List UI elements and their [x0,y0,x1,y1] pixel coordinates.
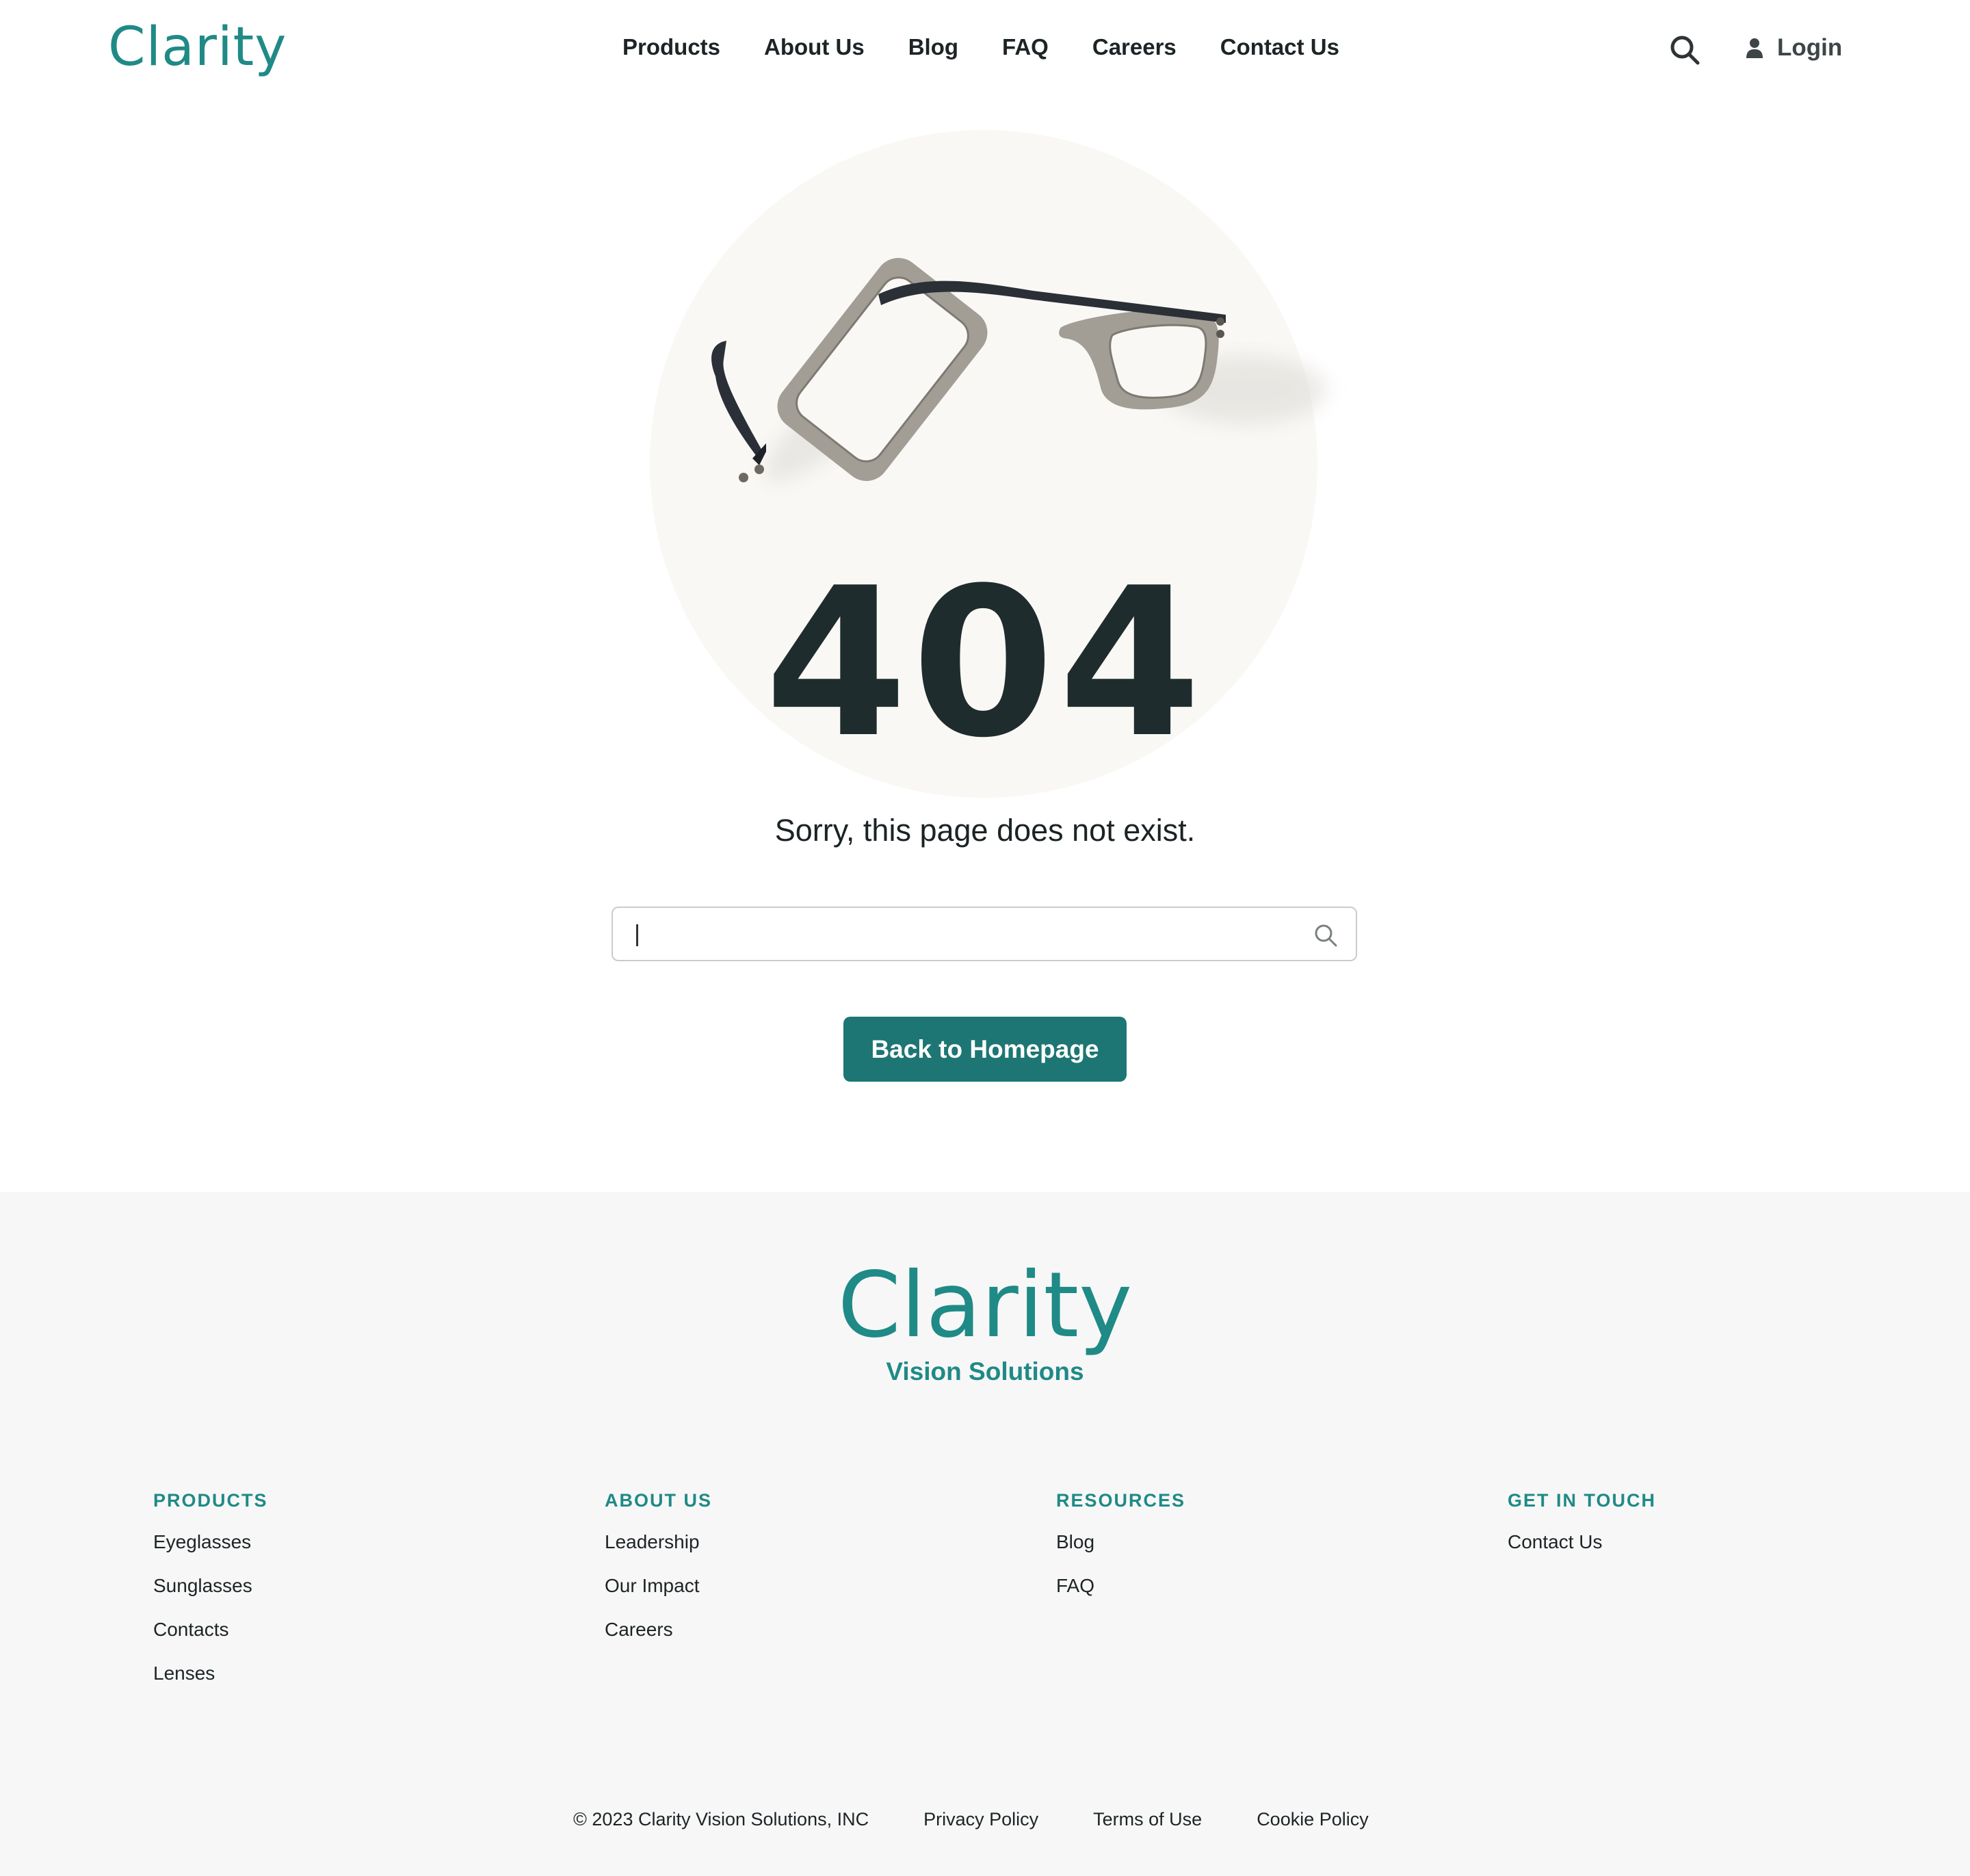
footer-heading: ABOUT US [605,1490,712,1511]
error-code: 404 [764,544,1206,783]
nav-contact-us[interactable]: Contact Us [1220,34,1339,60]
footer-link-blog[interactable]: Blog [1056,1530,1185,1554]
footer-tagline: Vision Solutions [886,1357,1084,1385]
privacy-policy-link[interactable]: Privacy Policy [923,1809,1038,1830]
site-header: Clarity Products About Us Blog FAQ Caree… [0,0,1970,100]
login-label: Login [1777,34,1843,61]
footer-heading: RESOURCES [1056,1490,1186,1511]
site-footer: Clarity Vision Solutions PRODUCTS Eyegla… [0,1192,1970,1876]
nav-faq[interactable]: FAQ [1002,34,1049,60]
nav-products[interactable]: Products [622,34,720,60]
footer-column-products: PRODUCTS Eyeglasses Sunglasses Contacts … [153,1490,268,1706]
login-button[interactable]: Login [1746,34,1842,62]
footer-link-our-impact[interactable]: Our Impact [605,1574,712,1598]
error-message: Sorry, this page does not exist. [774,813,1196,848]
footer-heading: PRODUCTS [153,1490,268,1511]
footer-bottom-bar: © 2023 Clarity Vision Solutions, INC Pri… [573,1809,1423,1830]
footer-link-eyeglasses[interactable]: Eyeglasses [153,1530,268,1554]
footer-link-sunglasses[interactable]: Sunglasses [153,1574,268,1598]
footer-link-contact-us[interactable]: Contact Us [1508,1530,1656,1554]
main-nav: Products About Us Blog FAQ Careers Conta… [622,34,1383,60]
nav-careers[interactable]: Careers [1092,34,1177,60]
brand-logo[interactable]: Clarity [108,16,287,78]
search-input[interactable] [633,915,1293,954]
page-search-box[interactable] [612,907,1357,961]
footer-heading: GET IN TOUCH [1508,1490,1657,1511]
footer-link-faq[interactable]: FAQ [1056,1574,1185,1598]
user-icon [1746,38,1763,58]
copyright-text: © 2023 Clarity Vision Solutions, INC [573,1809,869,1829]
terms-of-use-link[interactable]: Terms of Use [1093,1809,1202,1830]
footer-link-lenses[interactable]: Lenses [153,1662,268,1685]
back-to-homepage-button[interactable]: Back to Homepage [843,1017,1127,1082]
footer-link-careers[interactable]: Careers [605,1618,712,1641]
nav-about-us[interactable]: About Us [764,34,865,60]
search-icon[interactable] [1669,34,1700,66]
footer-logo[interactable]: Clarity [0,1260,1970,1351]
footer-column-resources: RESOURCES Blog FAQ [1056,1490,1185,1618]
footer-column-get-in-touch: GET IN TOUCH Contact Us [1508,1490,1656,1574]
footer-link-leadership[interactable]: Leadership [605,1530,712,1554]
footer-column-about-us: ABOUT US Leadership Our Impact Careers [605,1490,712,1662]
cookie-policy-link[interactable]: Cookie Policy [1257,1809,1369,1830]
broken-glasses-image [711,258,1327,482]
search-submit-icon[interactable] [1312,922,1339,949]
footer-link-contacts[interactable]: Contacts [153,1618,268,1641]
nav-blog[interactable]: Blog [908,34,958,60]
text-cursor [636,924,638,946]
